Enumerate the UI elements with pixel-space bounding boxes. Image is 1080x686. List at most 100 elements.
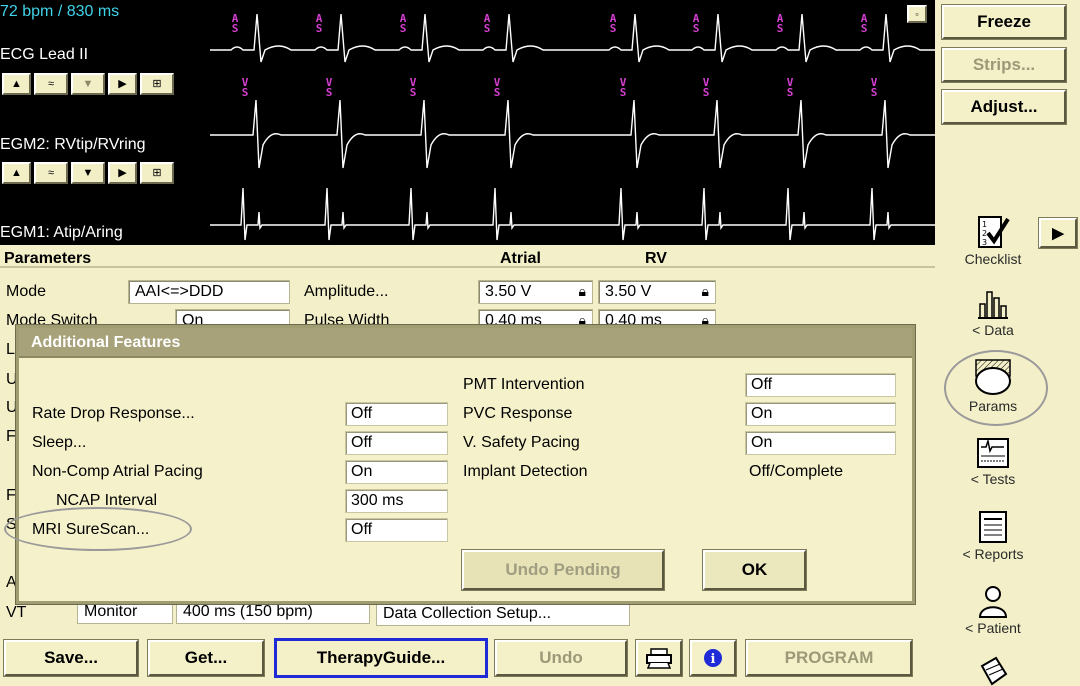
partial-label: F: [6, 428, 16, 445]
implant-detection-value: Off/Complete: [749, 463, 843, 480]
rv-amplitude-value: 3.50 V: [605, 283, 652, 300]
mri-surescan-field[interactable]: Off: [345, 518, 448, 542]
svg-text:i: i: [711, 652, 716, 667]
rate-drop-response-field[interactable]: Off: [345, 402, 448, 426]
nav-data[interactable]: < Data: [945, 288, 1041, 338]
v-safety-pacing-label: V. Safety Pacing: [463, 434, 580, 451]
nav-tests[interactable]: < Tests: [945, 437, 1041, 487]
undo-pending-button[interactable]: Undo Pending: [461, 549, 665, 591]
adjust-button[interactable]: Adjust...: [941, 89, 1067, 125]
implant-detection-label: Implant Detection: [463, 463, 588, 480]
channel-calibrate-button[interactable]: ⊞: [140, 73, 174, 95]
channel-up-button[interactable]: ▲: [2, 73, 31, 95]
reports-icon: [979, 511, 1007, 543]
restore-window-button[interactable]: ▫: [907, 5, 927, 23]
nav-checklist-label: Checklist: [964, 251, 1022, 267]
rv-amplitude-field[interactable]: 3.50 V 🔒︎: [598, 280, 716, 304]
ventricular-sense-marker: VS: [410, 76, 417, 99]
lock-icon: 🔒︎: [578, 283, 586, 299]
sleep-field[interactable]: Off: [345, 431, 448, 455]
nav-patient[interactable]: < Patient: [945, 584, 1041, 636]
ecg-waveforms: A S V S A S V S A S V S A S V S A S V S A S V S A S V S A S V S: [210, 12, 935, 241]
non-comp-atrial-pacing-field[interactable]: On: [345, 460, 448, 484]
therapy-guide-button[interactable]: TherapyGuide...: [274, 638, 488, 678]
pmt-intervention-label: PMT Intervention: [463, 376, 585, 393]
ventricular-sense-marker: VS: [620, 76, 627, 99]
ncap-interval-field[interactable]: 300 ms: [345, 489, 448, 513]
pvc-response-field[interactable]: On: [745, 402, 896, 426]
dialog-title: Additional Features: [19, 328, 912, 358]
channel-up-button[interactable]: ▲: [2, 162, 31, 184]
bar-chart-icon: [978, 291, 1008, 319]
channel-label-ecg: ECG Lead II: [0, 46, 89, 63]
freeze-button[interactable]: Freeze: [941, 4, 1067, 40]
atrial-amplitude-value: 3.50 V: [485, 283, 532, 300]
mode-field[interactable]: AAI<=>DDD: [128, 280, 290, 304]
nav-reports[interactable]: < Reports: [945, 510, 1041, 562]
waveform-select-button[interactable]: ≈: [34, 73, 68, 95]
heart-rate-readout: 72 bpm / 830 ms: [0, 3, 120, 20]
channel-calibrate-button[interactable]: ⊞: [140, 162, 174, 184]
patient-icon: [978, 586, 1008, 618]
channel-down-button[interactable]: ▼: [71, 73, 105, 95]
egm2-channel-controls: ▲ ≈ ▼ ▶ ⊞: [2, 162, 174, 184]
ventricular-sense-marker: VS: [787, 76, 794, 99]
lock-icon: 🔒︎: [701, 283, 709, 299]
egm1-trace: [210, 187, 935, 241]
ventricular-sense-marker: VS: [494, 76, 501, 99]
ok-button[interactable]: OK: [702, 549, 807, 591]
data-collection-setup-field[interactable]: Data Collection Setup...: [376, 602, 630, 626]
atrial-sense-marker: AS: [861, 12, 868, 35]
sleep-label[interactable]: Sleep...: [32, 434, 86, 452]
atrial-column-heading: Atrial: [500, 250, 541, 267]
print-button[interactable]: [635, 639, 683, 677]
atrial-sense-marker: AS: [484, 12, 491, 35]
atrial-sense-marker: AS: [693, 12, 700, 35]
printer-icon: [646, 648, 672, 669]
parameters-heading: Parameters: [4, 250, 92, 267]
svg-text:1: 1: [982, 220, 987, 229]
ventricular-sense-marker: VS: [326, 76, 333, 99]
nav-reports-label: < Reports: [962, 546, 1024, 562]
strips-button[interactable]: Strips...: [941, 47, 1067, 83]
highlight-params-ellipse: [944, 350, 1048, 426]
parameters-header-bar: [0, 248, 935, 268]
v-safety-pacing-field[interactable]: On: [745, 431, 896, 455]
undo-button[interactable]: Undo: [494, 639, 628, 677]
rate-drop-response-label[interactable]: Rate Drop Response...: [32, 405, 195, 423]
non-comp-atrial-pacing-label: Non-Comp Atrial Pacing: [32, 463, 203, 480]
additional-features-dialog: Additional Features Rate Drop Response..…: [15, 324, 916, 605]
info-icon: i: [704, 649, 722, 667]
vt-label: VT: [6, 604, 27, 621]
ventricular-sense-marker: VS: [242, 76, 249, 99]
program-button[interactable]: PROGRAM: [745, 639, 913, 677]
nav-data-label: < Data: [972, 322, 1014, 338]
pmt-intervention-field[interactable]: Off: [745, 373, 896, 397]
session-tools-icon[interactable]: [976, 656, 1012, 686]
atrial-amplitude-field[interactable]: 3.50 V 🔒︎: [478, 280, 593, 304]
get-button[interactable]: Get...: [147, 639, 265, 677]
mode-label: Mode: [6, 283, 47, 300]
channel-next-button[interactable]: ▶: [108, 162, 137, 184]
ecg-channel-controls: ▲ ≈ ▼ ▶ ⊞: [2, 73, 174, 95]
info-button[interactable]: i: [689, 639, 737, 677]
save-button[interactable]: Save...: [3, 639, 139, 677]
nav-checklist[interactable]: 1 2 3 Checklist: [945, 215, 1041, 267]
rv-column-heading: RV: [645, 250, 667, 267]
ecg-display: AS VS AS VS AS VS AS VS AS VS AS VS AS VS AS VS 72 bpm …: [0, 0, 935, 245]
nav-tests-label: < Tests: [970, 471, 1016, 487]
atrial-sense-marker: AS: [232, 12, 239, 35]
channel-next-button[interactable]: ▶: [108, 73, 137, 95]
channel-label-egm2: EGM2: RVtip/RVring: [0, 136, 146, 153]
waveform-select-button[interactable]: ≈: [34, 162, 68, 184]
partial-label: L: [6, 341, 15, 358]
partial-label: F: [6, 487, 16, 504]
ventricular-sense-marker: VS: [703, 76, 710, 99]
atrial-sense-marker: AS: [777, 12, 784, 35]
next-page-arrow-icon[interactable]: ▶: [1038, 217, 1078, 249]
tests-icon: [977, 438, 1009, 468]
atrial-sense-marker: AS: [316, 12, 323, 35]
amplitude-label[interactable]: Amplitude...: [304, 283, 388, 301]
channel-down-button[interactable]: ▼: [71, 162, 105, 184]
ventricular-sense-marker: VS: [871, 76, 878, 99]
